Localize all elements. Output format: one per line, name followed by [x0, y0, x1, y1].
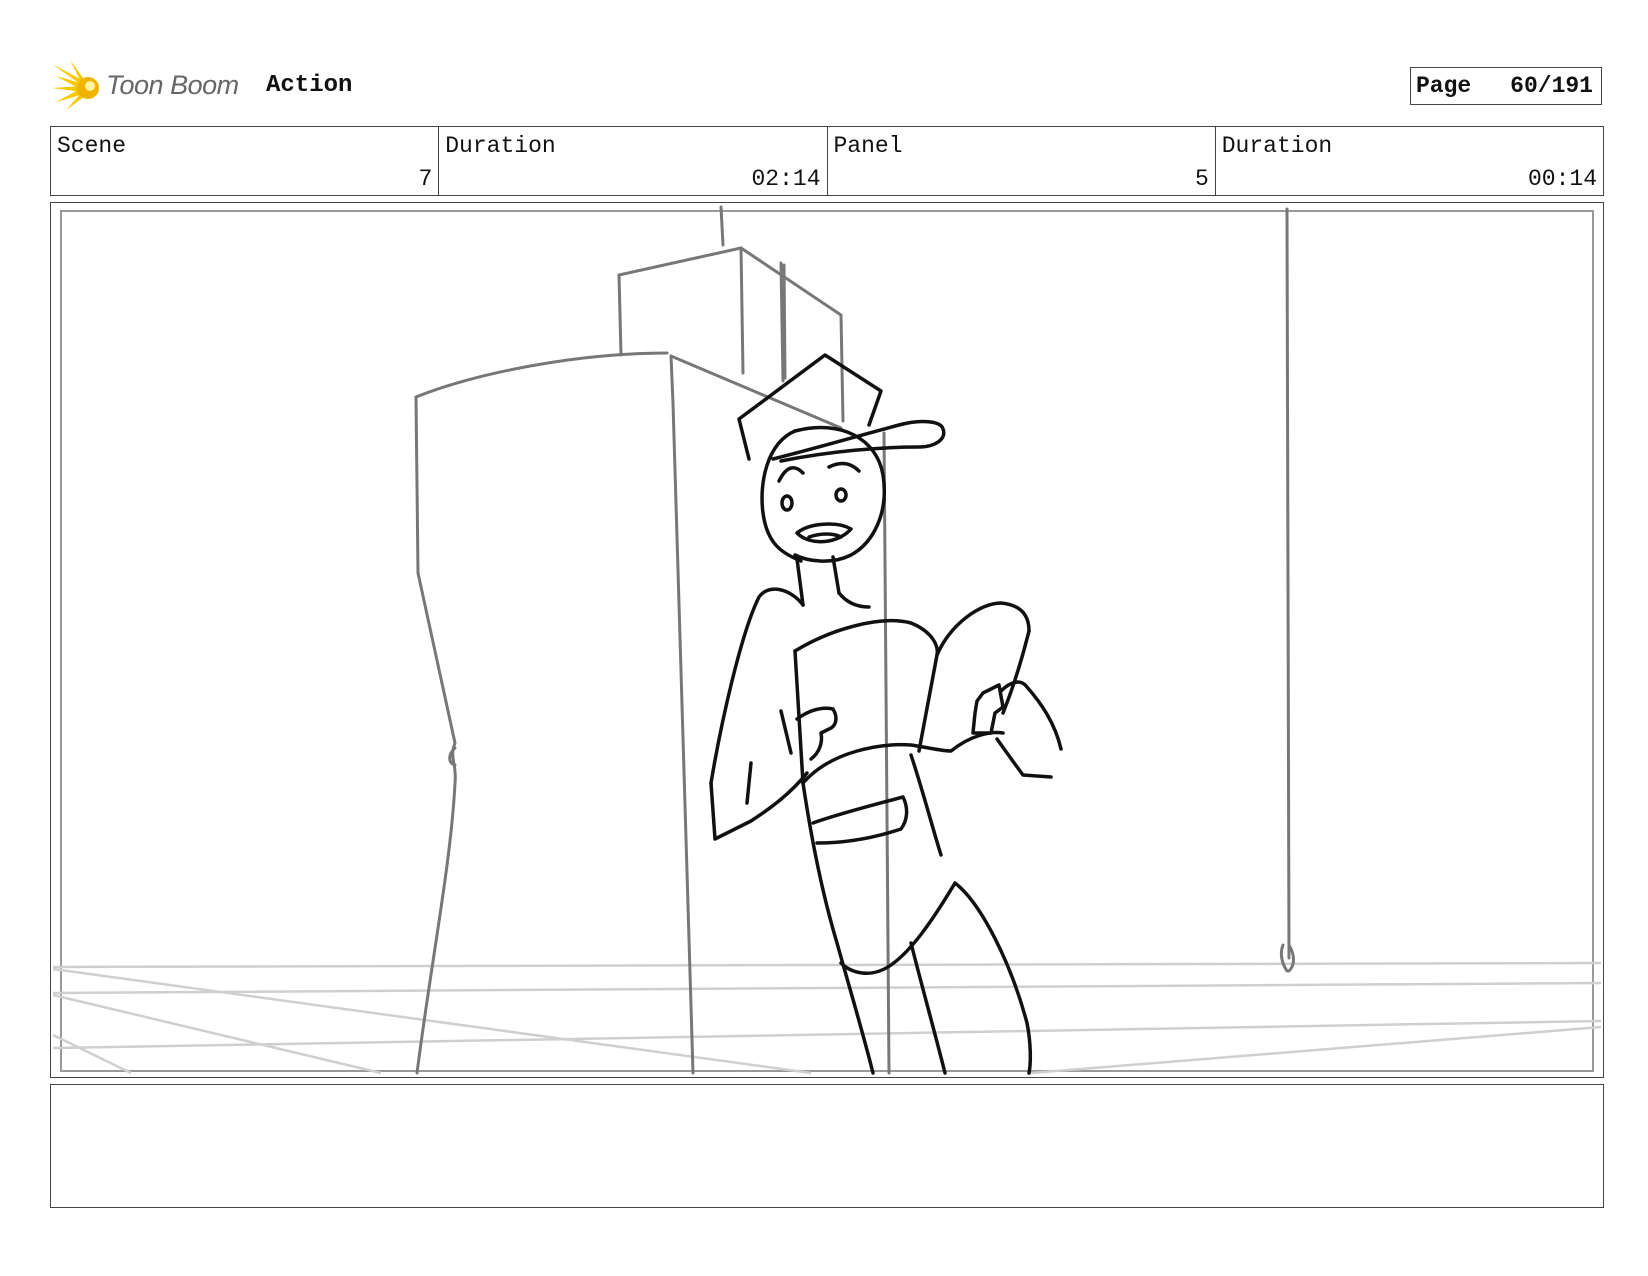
- scene-label: Scene: [57, 133, 127, 159]
- page-indicator: Page 60/191: [1410, 67, 1602, 105]
- starburst-icon: [52, 60, 99, 110]
- panel-duration-label: Duration: [1221, 133, 1333, 159]
- scene-duration-label: Duration: [445, 133, 556, 159]
- safe-frame: [60, 210, 1594, 1072]
- background-building: [414, 205, 1295, 1075]
- floor-grid: [52, 961, 1602, 1075]
- storyboard-panel: [50, 202, 1604, 1078]
- scene-duration-value: 02:14: [751, 166, 821, 192]
- action-notes: [50, 1084, 1604, 1208]
- page-label: Page: [1416, 73, 1472, 99]
- logo-text: Toon Boom: [106, 69, 239, 100]
- panel-sketch: [52, 205, 1602, 1075]
- panel-value: 5: [1194, 166, 1209, 192]
- panel-duration-value: 00:14: [1527, 166, 1597, 192]
- scene-info-row: Scene 7 Duration 02:14 Panel 5 Duration …: [50, 126, 1604, 196]
- panel-duration-cell: Duration 00:14: [1216, 127, 1603, 195]
- toon-boom-logo: Toon Boom: [52, 58, 239, 112]
- page-number: 60/191: [1510, 73, 1593, 99]
- scene-cell: Scene 7: [51, 127, 440, 195]
- scene-value: 7: [418, 166, 433, 192]
- scene-duration-cell: Duration 02:14: [439, 127, 828, 195]
- panel-label: Panel: [833, 133, 903, 159]
- action-label: Action: [266, 72, 353, 99]
- panel-cell: Panel 5: [828, 127, 1216, 195]
